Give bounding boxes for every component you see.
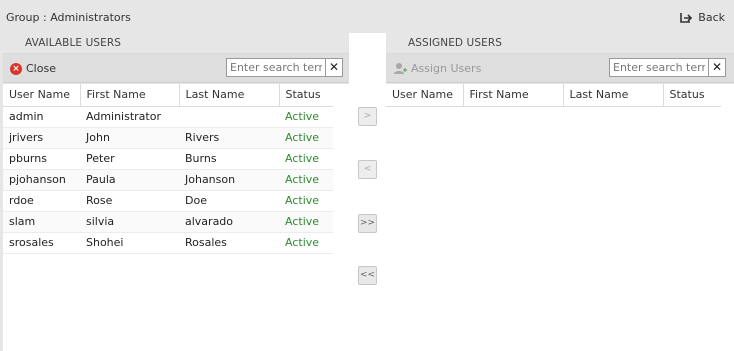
username-cell: pjohanson: [3, 169, 80, 191]
firstname-cell: Paula: [80, 169, 179, 191]
column-header-firstname[interactable]: First Name: [463, 84, 564, 107]
column-header-username[interactable]: User Name: [386, 84, 464, 107]
table-header-row: User Name First Name Last Name Status: [3, 84, 333, 107]
close-icon: ×: [10, 62, 22, 75]
table-row[interactable]: slam silvia alvarado Active: [3, 211, 333, 233]
column-header-lastname[interactable]: Last Name: [179, 84, 280, 107]
status-cell: Active: [279, 106, 333, 128]
assigned-users-grid: User Name First Name Last Name Status: [386, 84, 734, 351]
assigned-search: ✕: [609, 58, 726, 77]
close-button[interactable]: × Close: [10, 62, 56, 75]
username-cell: rdoe: [3, 190, 80, 212]
back-button[interactable]: Back: [679, 10, 725, 24]
lastname-cell: alvarado: [179, 211, 279, 233]
lastname-cell: [179, 106, 279, 128]
available-users-panel: AVAILABLE USERS × Close ✕ User Name Firs…: [3, 33, 349, 351]
username-cell: srosales: [3, 232, 80, 254]
status-cell: Active: [279, 211, 333, 233]
column-header-firstname[interactable]: First Name: [80, 84, 180, 107]
column-header-status[interactable]: Status: [279, 84, 333, 107]
available-search-clear-button[interactable]: ✕: [326, 58, 343, 77]
table-row[interactable]: rdoe Rose Doe Active: [3, 190, 333, 212]
username-cell: admin: [3, 106, 80, 128]
assigned-users-table: User Name First Name Last Name Status: [386, 84, 721, 107]
assigned-users-title: ASSIGNED USERS: [386, 33, 734, 54]
firstname-cell: John: [80, 127, 179, 149]
move-buttons-column: > < >> <<: [349, 33, 386, 351]
lastname-cell: Rosales: [179, 232, 279, 254]
assigned-users-toolbar: Assign Users ✕: [386, 54, 734, 83]
column-header-lastname[interactable]: Last Name: [563, 84, 664, 107]
table-header-row: User Name First Name Last Name Status: [386, 84, 721, 107]
available-search-input[interactable]: [226, 58, 326, 77]
assign-users-button[interactable]: Assign Users: [393, 62, 481, 75]
move-selected-left-button[interactable]: <: [358, 160, 377, 179]
move-all-right-button[interactable]: >>: [358, 214, 377, 233]
firstname-cell: Administrator: [80, 106, 179, 128]
firstname-cell: Shohei: [80, 232, 179, 254]
available-users-toolbar: × Close ✕: [3, 54, 349, 83]
table-row[interactable]: pburns Peter Burns Active: [3, 148, 333, 170]
assign-users-label: Assign Users: [411, 62, 482, 75]
move-selected-right-button[interactable]: >: [358, 107, 377, 126]
status-cell: Active: [279, 169, 333, 191]
status-cell: Active: [279, 232, 333, 254]
add-user-icon: [394, 63, 407, 74]
firstname-cell: Peter: [80, 148, 179, 170]
username-cell: pburns: [3, 148, 80, 170]
table-row[interactable]: admin Administrator Active: [3, 106, 333, 128]
status-cell: Active: [279, 127, 333, 149]
table-row[interactable]: srosales Shohei Rosales Active: [3, 232, 333, 254]
back-icon: [680, 13, 693, 23]
firstname-cell: Rose: [80, 190, 179, 212]
back-label: Back: [698, 10, 725, 24]
available-users-table: User Name First Name Last Name Status ad…: [3, 84, 333, 254]
lastname-cell: Rivers: [179, 127, 279, 149]
close-label: Close: [26, 62, 56, 75]
available-users-title: AVAILABLE USERS: [3, 33, 349, 54]
column-header-status[interactable]: Status: [663, 84, 721, 107]
table-row[interactable]: jrivers John Rivers Active: [3, 127, 333, 149]
page-title: Group : Administrators: [6, 11, 131, 24]
username-cell: slam: [3, 211, 80, 233]
available-users-grid: User Name First Name Last Name Status ad…: [3, 84, 349, 351]
available-search: ✕: [226, 58, 343, 77]
lastname-cell: Johanson: [179, 169, 279, 191]
firstname-cell: silvia: [80, 211, 179, 233]
status-cell: Active: [279, 148, 333, 170]
username-cell: jrivers: [3, 127, 80, 149]
status-cell: Active: [279, 190, 333, 212]
table-row[interactable]: pjohanson Paula Johanson Active: [3, 169, 333, 191]
lastname-cell: Doe: [179, 190, 279, 212]
move-all-left-button[interactable]: <<: [358, 266, 377, 285]
assigned-search-clear-button[interactable]: ✕: [709, 58, 726, 77]
assigned-search-input[interactable]: [609, 58, 709, 77]
lastname-cell: Burns: [179, 148, 279, 170]
assigned-users-panel: ASSIGNED USERS Assign Users ✕ User Name …: [386, 33, 734, 351]
header-bar: Group : Administrators Back: [0, 0, 734, 33]
column-header-username[interactable]: User Name: [3, 84, 81, 107]
